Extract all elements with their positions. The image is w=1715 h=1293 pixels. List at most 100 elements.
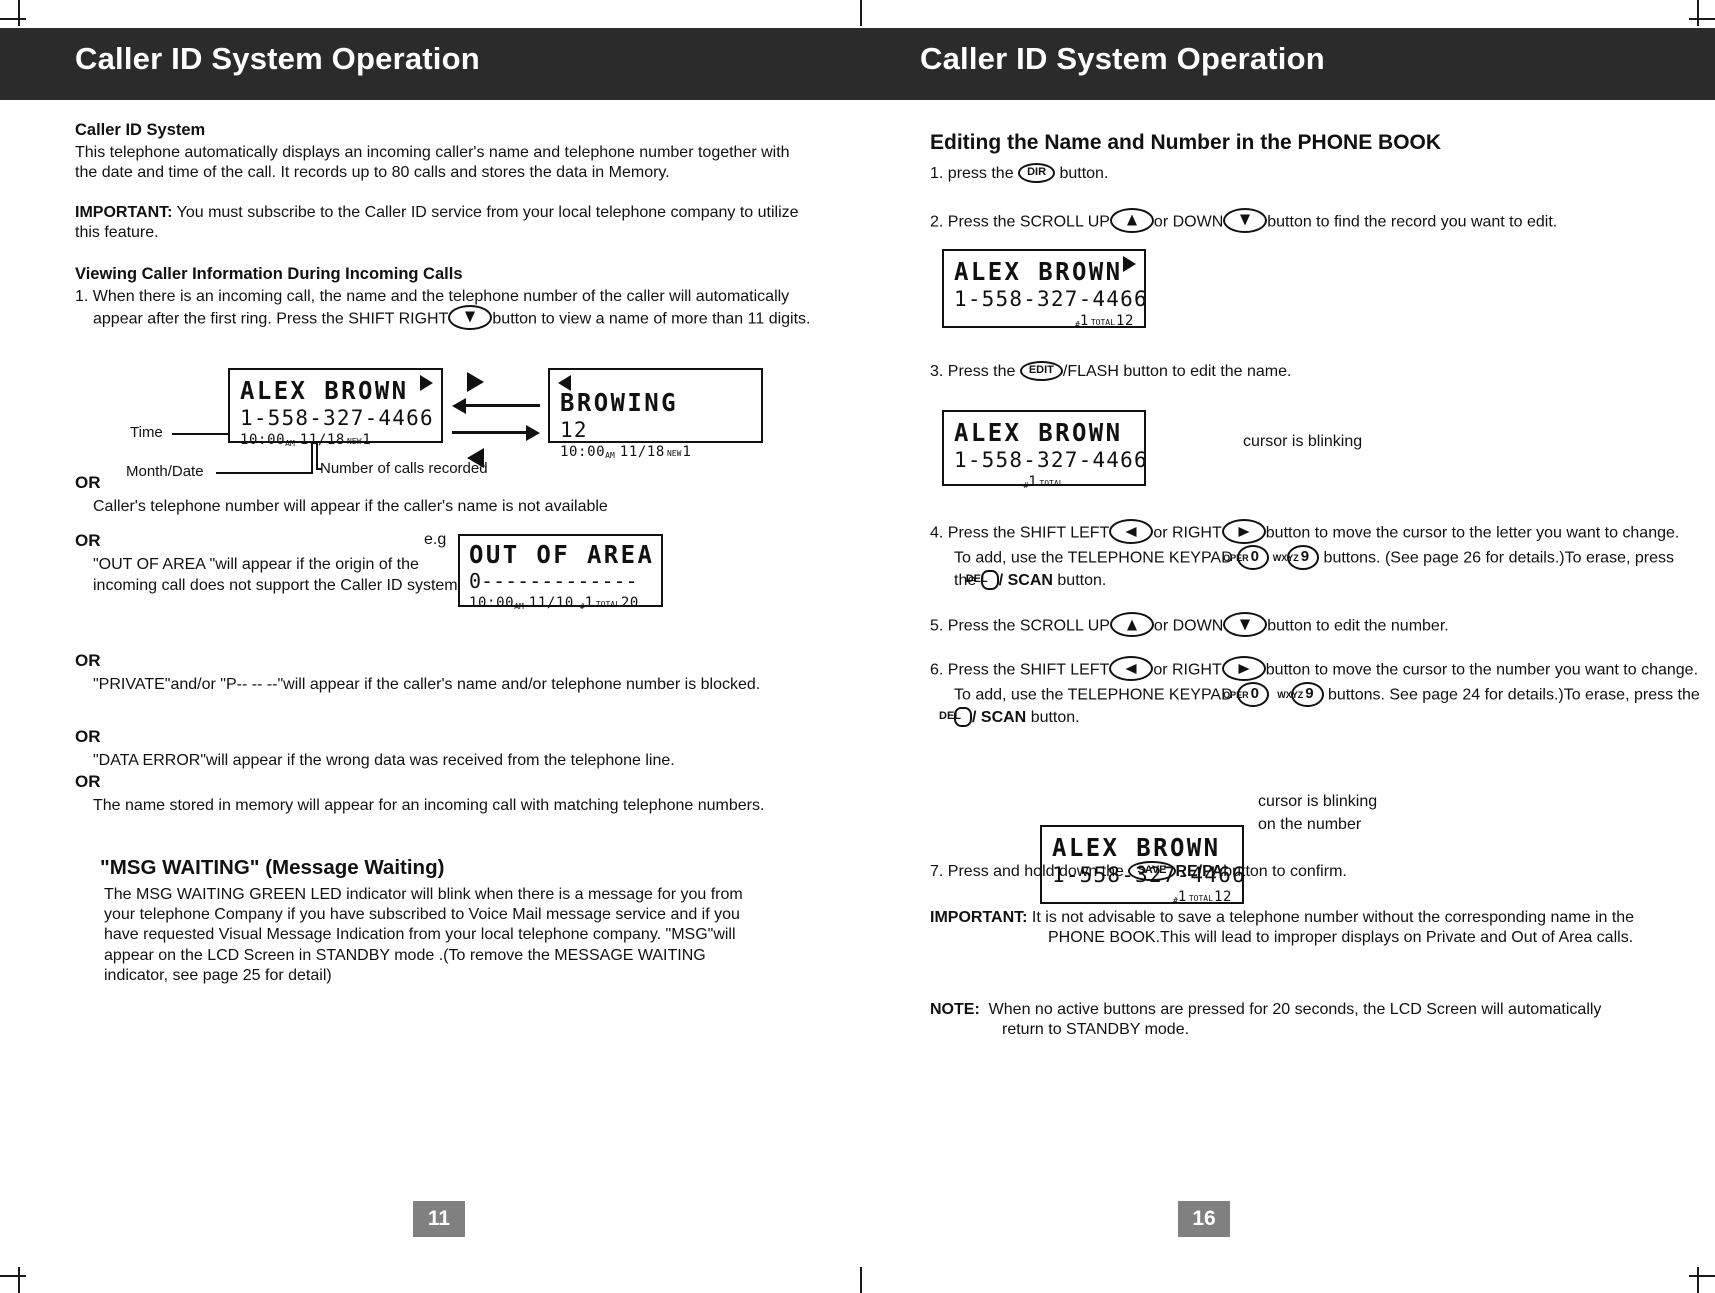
or-label-2: OR	[75, 531, 101, 550]
lcd-step6-hash: 1	[1177, 889, 1187, 906]
keypad-0-digit-2: 0	[1250, 685, 1259, 702]
del-key-icon[interactable]: DEL	[966, 569, 999, 590]
lcd-step2-total-label: TOTAL	[1090, 317, 1115, 327]
lcd-primary-new-label: NEW	[346, 436, 362, 446]
or-label-5: OR	[75, 772, 101, 791]
step-6-right: 6. Press the SHIFT LEFT or RIGHT button to…	[930, 656, 1704, 728]
keypad-9-wxyz-key-icon-2[interactable]: WXYZ 9	[1277, 682, 1324, 707]
keypad-0-oper-key-icon-2[interactable]: OPER 0	[1223, 682, 1269, 707]
crop-mark-top-center-v	[860, 0, 862, 26]
edit-key-icon[interactable]: EDIT	[1019, 361, 1063, 381]
step-7-c: button to confirm.	[1223, 863, 1347, 881]
shift-right-key-icon-2[interactable]	[1221, 519, 1266, 544]
lcd-primary-status: 10:00 AM 11/18 NEW 1	[240, 432, 431, 449]
keypad-0-label: OPER	[1223, 553, 1249, 563]
lcd-step3-name: ALEX BROWN	[954, 418, 1123, 447]
step-3-right: 3. Press the EDIT/FLASH button to edit t…	[930, 361, 1670, 382]
important-label-left: IMPORTANT:	[75, 204, 173, 222]
scroll-up-key-icon[interactable]	[1109, 207, 1154, 233]
shift-right-key-icon[interactable]	[448, 304, 493, 330]
shift-left-key-icon-2[interactable]	[1109, 656, 1154, 681]
lcd-primary-date: 11/18	[299, 432, 345, 449]
note-block-right: NOTE: When no active buttons are pressed…	[930, 1000, 1630, 1040]
crop-mark-bottom-left-h	[0, 1275, 26, 1277]
important-paragraph-left: IMPORTANT: You must subscribe to the Cal…	[75, 203, 815, 243]
or-block-1: OR Caller's telephone number will appear…	[75, 473, 815, 518]
or-body-3: "PRIVATE"and/or "P-- -- --"will appear i…	[93, 676, 761, 694]
lcd-out-of-area-total-label: TOTAL	[595, 599, 620, 609]
step-5-b: or DOWN	[1153, 617, 1224, 635]
step-4-a: 4. Press the SHIFT LEFT	[930, 524, 1110, 542]
or-body-2: "OUT OF AREA "will appear if the origin …	[93, 556, 463, 594]
lcd-step3-total-label: TOTAL	[1039, 478, 1064, 488]
page-title-left: Caller ID System Operation	[75, 41, 480, 76]
shift-right-key-icon-3[interactable]	[1221, 656, 1266, 681]
step-6-b: or RIGHT	[1153, 661, 1222, 679]
lcd-step6-total: 12	[1213, 889, 1232, 906]
shift-left-key-icon[interactable]	[1109, 519, 1154, 544]
right-page-column: Editing the Name and Number in the PHONE…	[930, 130, 1670, 235]
step-1-post: button.	[1059, 165, 1109, 183]
step-6-d: buttons. See page 24 for details.)To era…	[1328, 686, 1700, 704]
page-number-right: 16	[1178, 1201, 1230, 1237]
keypad-9-digit-2: 9	[1305, 685, 1314, 702]
del-key-icon-2[interactable]: DEL	[939, 706, 972, 727]
lcd-out-of-area-display: OUT OF AREA 0------------- 10:00 AM 11/10 #…	[458, 534, 663, 611]
lcd-step2-total: 12	[1115, 313, 1134, 330]
lcd-primary-number: 1-558-327-4466	[240, 406, 434, 430]
step-2-post: button to find the record you want to ed…	[1267, 213, 1558, 231]
scroll-down-key-icon-2[interactable]	[1223, 612, 1268, 637]
step-3-pre: 3. Press the	[930, 363, 1016, 381]
lcd-step2-hash: 1	[1079, 313, 1089, 330]
step-1-right: 1. press the DIR button.	[930, 163, 1670, 184]
or-label-1: OR	[75, 473, 101, 492]
dir-key-icon[interactable]: DIR	[1018, 163, 1056, 184]
or-block-5: OR The name stored in memory will appear…	[75, 772, 775, 817]
scroll-down-key-icon[interactable]	[1223, 207, 1268, 233]
lcd-secondary-ampm: AM	[605, 450, 615, 460]
lcd-out-of-area-line2: 0-------------	[469, 569, 638, 593]
lcd-secondary-count: 1	[682, 444, 692, 461]
lcd-out-of-area-ampm: AM	[514, 601, 524, 611]
lcd-out-of-area-status: 10:00 AM 11/10 #1 TOTAL 20	[469, 595, 652, 611]
keypad-9-label: WXYZ	[1272, 553, 1299, 563]
step-5-a: 5. Press the SCROLL UP	[930, 617, 1110, 635]
callout-time-leader	[172, 433, 228, 435]
step-5-c: button to edit the number.	[1267, 617, 1449, 635]
keypad-9-wxyz-key-icon[interactable]: WXYZ 9	[1273, 545, 1320, 570]
step-6-f: button.	[1030, 708, 1080, 726]
step-4-g: button.	[1057, 571, 1107, 589]
crop-mark-top-left-h	[0, 18, 26, 20]
keypad-0-label-2: OPER	[1223, 690, 1249, 700]
arrow-head-right	[526, 425, 540, 441]
step-4-f: / SCAN	[998, 571, 1053, 589]
lcd-step2-number: 1-558-327-4466	[954, 287, 1148, 311]
important-block-right: IMPORTANT: It is not advisable to save a…	[930, 908, 1670, 948]
important-label-right: IMPORTANT:	[930, 909, 1028, 926]
step-1-text-part2: button to view a name of more than 11 di…	[492, 310, 811, 328]
step-7-right: 7. Press and hold down the SAVE RE/PAbutt…	[930, 861, 1670, 882]
lcd-out-of-area-hash-sym: #	[579, 601, 585, 611]
step-4-d: buttons.	[1323, 549, 1381, 567]
eg-label: e.g	[424, 531, 447, 548]
note-label-right: NOTE:	[930, 1001, 980, 1018]
save-key-icon[interactable]: SAVE	[1128, 861, 1176, 881]
lcd-secondary-status: 10:00 AM 11/18 NEW 1	[560, 444, 751, 461]
left-page-column: Caller ID System This telephone automati…	[75, 120, 815, 332]
step-1-left: 1. When there is an incoming call, the n…	[75, 287, 815, 332]
scroll-up-key-icon-2[interactable]	[1109, 612, 1154, 637]
step-1-pre: 1. press the	[930, 165, 1014, 183]
keypad-0-oper-key-icon[interactable]: OPER 0	[1223, 545, 1269, 570]
crop-mark-bottom-right-v	[1697, 1267, 1699, 1293]
keypad-9-label-2: WXYZ	[1277, 690, 1304, 700]
lcd-step3-display: ALEX BROWN 1-558-327-4466 #1 TOTAL	[942, 410, 1147, 490]
or-body-1: Caller's telephone number will appear if…	[93, 498, 608, 516]
or-body-4: "DATA ERROR"will appear if the wrong dat…	[93, 752, 675, 770]
callout-num-calls-leader-v	[316, 443, 318, 469]
lcd-primary-ampm: AM	[285, 438, 295, 448]
arrow-shaft	[452, 431, 527, 434]
lcd-primary-name: ALEX BROWN	[240, 376, 409, 405]
step-7-a: 7. Press and hold down the	[930, 863, 1124, 881]
lcd-step2-status: #1 TOTAL 12	[954, 313, 1134, 330]
lcd-step6-name: ALEX BROWN	[1052, 833, 1221, 862]
